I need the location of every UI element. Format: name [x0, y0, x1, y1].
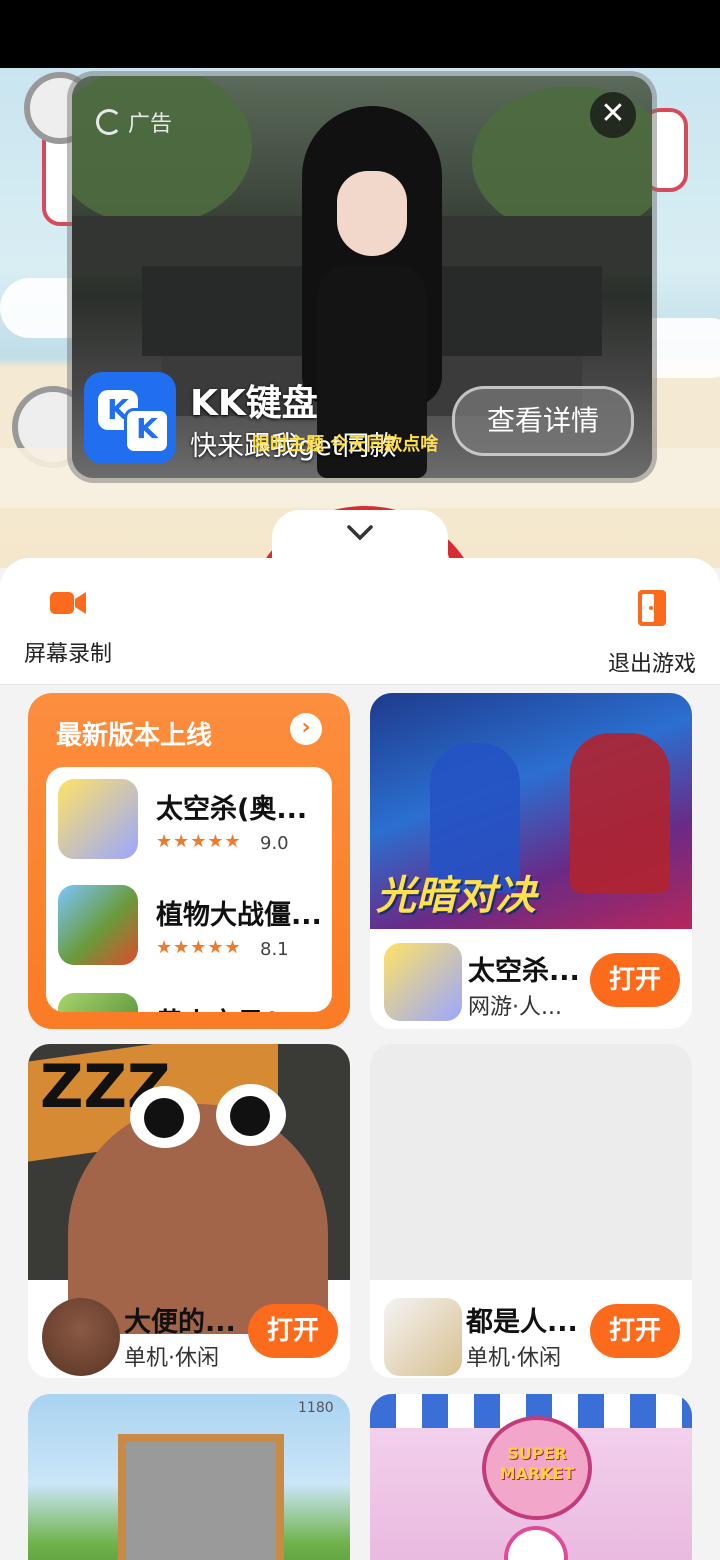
market-sign-text: SUPER MARKET	[499, 1444, 575, 1483]
game-tags: 单机·休闲	[466, 1346, 561, 1371]
rating-stars: ★★★★★	[156, 831, 242, 852]
open-button[interactable]: 打开	[590, 1304, 680, 1358]
open-button[interactable]: 打开	[590, 953, 680, 1007]
game-name: 太空杀...	[468, 956, 580, 987]
banner-title: 光暗对决	[376, 873, 536, 919]
game-name: 太空杀(奥...	[156, 794, 308, 825]
game-name: 植物大战僵...	[156, 900, 322, 931]
newest-version-list: 太空杀(奥... ★★★★★ 9.0 植物大战僵... ★★★★★ 8.1 黄火…	[46, 767, 332, 1012]
plants-vs-zombies-game-icon	[58, 885, 138, 965]
rating-stars: ★★★★★	[156, 937, 242, 958]
open-button[interactable]: 打开	[248, 1304, 338, 1358]
exit-game-button[interactable]: 退出游戏	[606, 588, 698, 678]
game-card[interactable]: SUPER MARKET	[370, 1394, 692, 1560]
game-banner-image: 光暗对决	[370, 693, 692, 929]
space-kill-game-icon	[384, 943, 462, 1021]
toolbar: 屏幕录制 退出游戏	[0, 558, 720, 685]
market-sign: SUPER MARKET	[482, 1416, 592, 1520]
close-icon: ✕	[600, 96, 626, 131]
game-card[interactable]: 1180	[28, 1394, 350, 1560]
game-tags: 网游·人...	[468, 995, 562, 1020]
status-bar	[0, 0, 720, 68]
game-icon	[384, 1298, 462, 1376]
list-item[interactable]: 黄火宝贝(	[58, 993, 328, 1012]
screen-record-button[interactable]: 屏幕录制	[22, 588, 114, 668]
list-item[interactable]: 植物大战僵... ★★★★★ 8.1	[58, 885, 328, 975]
game-icon	[58, 993, 138, 1012]
block-house-image	[118, 1434, 284, 1560]
game-name: 黄火宝贝(	[156, 1001, 276, 1012]
game-name: 都是人...	[466, 1307, 578, 1338]
coin-counter: 1180	[298, 1400, 334, 1416]
game-name: 大便的...	[124, 1307, 236, 1338]
exit-door-icon	[638, 590, 666, 626]
rating-score: 9.0	[260, 833, 289, 854]
ad-view-details-button[interactable]: 查看详情	[452, 386, 634, 456]
rating-score: 8.1	[260, 939, 289, 960]
game-card[interactable]: ZZZ 大便的... 单机·休闲 打开	[28, 1044, 350, 1378]
game-banner-image: ZZZ	[28, 1044, 350, 1334]
screen-record-label: 屏幕录制	[23, 642, 112, 667]
video-camera-icon	[50, 592, 86, 614]
space-kill-game-icon	[58, 779, 138, 859]
list-item[interactable]: 太空杀(奥... ★★★★★ 9.0	[58, 779, 328, 869]
newest-version-card[interactable]: 最新版本上线 › 太空杀(奥... ★★★★★ 9.0 植物大战僵... ★★★…	[28, 693, 350, 1029]
ad-logo-icon	[96, 109, 122, 135]
exit-game-label: 退出游戏	[607, 652, 696, 677]
game-tags: 单机·休闲	[124, 1346, 219, 1371]
kk-keyboard-app-icon[interactable]: KK	[84, 372, 176, 464]
game-menu-panel: 屏幕录制 退出游戏 最新版本上线 › 太空杀(奥... ★★★★★ 9.0 植物…	[0, 558, 720, 1560]
game-banner-image-placeholder	[370, 1044, 692, 1280]
play-icon[interactable]	[504, 1526, 568, 1560]
chevron-down-icon	[347, 525, 373, 541]
ad-video-caption: 限时主题 今天同款点啥	[252, 434, 439, 455]
game-card[interactable]: 光暗对决 太空杀... 网游·人... 打开	[370, 693, 692, 1029]
newest-version-title: 最新版本上线	[56, 721, 213, 751]
ad-title: KK键盘	[190, 383, 318, 424]
game-card[interactable]: 都是人... 单机·休闲 打开	[370, 1044, 692, 1378]
ad-close-button[interactable]: ✕	[590, 92, 636, 138]
ad-label: 广告	[96, 106, 172, 138]
chevron-right-icon[interactable]: ›	[290, 713, 322, 745]
pou-game-icon	[42, 1298, 120, 1376]
ad-popup[interactable]: 广告 ✕ KK KK键盘 快来跟我get同款 限时主题 今天同款点啥 查看详情	[72, 76, 652, 478]
